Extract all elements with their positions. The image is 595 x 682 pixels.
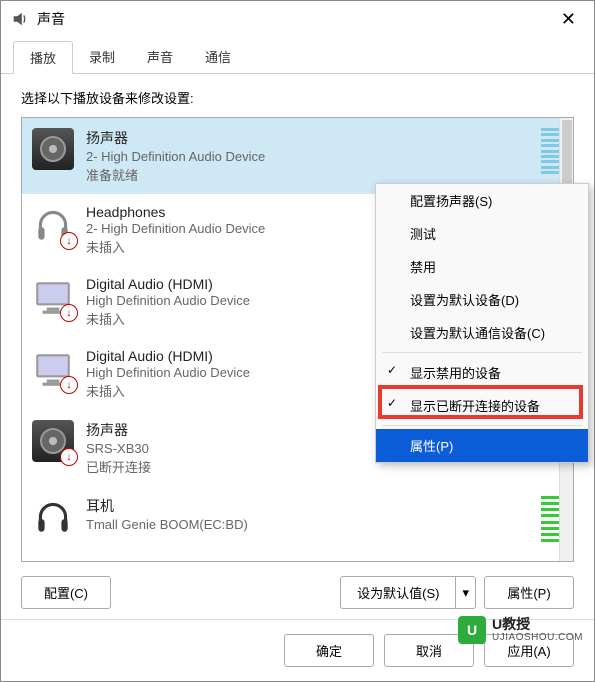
tab-sounds[interactable]: 声音 bbox=[131, 41, 189, 73]
watermark-url: UJIAOSHOU.COM bbox=[492, 632, 583, 643]
properties-button[interactable]: 属性(P) bbox=[484, 576, 574, 609]
sound-icon bbox=[11, 10, 29, 28]
device-item[interactable]: 耳机 Tmall Genie BOOM(EC:BD) bbox=[22, 486, 573, 544]
chevron-down-icon[interactable]: ▾ bbox=[455, 576, 476, 609]
menu-test[interactable]: 测试 bbox=[376, 217, 588, 250]
headphone-icon bbox=[32, 496, 74, 538]
window-title: 声音 bbox=[37, 9, 553, 29]
unplugged-badge bbox=[60, 304, 78, 322]
disconnected-badge bbox=[60, 448, 78, 466]
tab-play[interactable]: 播放 bbox=[13, 41, 73, 74]
device-name: 耳机 bbox=[86, 496, 535, 516]
monitor-icon bbox=[32, 276, 74, 318]
device-status: 准备就绪 bbox=[86, 165, 535, 184]
watermark-name: U教授 bbox=[492, 617, 583, 632]
menu-show-disconnected[interactable]: 显示已断开连接的设备 bbox=[376, 389, 588, 422]
device-sub: 2- High Definition Audio Device bbox=[86, 149, 535, 164]
tab-record[interactable]: 录制 bbox=[73, 41, 131, 73]
monitor-icon bbox=[32, 348, 74, 390]
tabs: 播放 录制 声音 通信 bbox=[1, 41, 594, 74]
menu-set-comm[interactable]: 设置为默认通信设备(C) bbox=[376, 316, 588, 349]
tab-comm[interactable]: 通信 bbox=[189, 41, 247, 73]
unplugged-badge bbox=[60, 376, 78, 394]
menu-set-default[interactable]: 设置为默认设备(D) bbox=[376, 283, 588, 316]
menu-properties[interactable]: 属性(P) bbox=[376, 429, 588, 462]
speaker-icon bbox=[32, 128, 74, 170]
menu-separator bbox=[382, 425, 582, 426]
ok-button[interactable]: 确定 bbox=[284, 634, 374, 667]
instruction-text: 选择以下播放设备来修改设置: bbox=[21, 88, 574, 107]
headphone-icon bbox=[32, 204, 74, 246]
watermark: U U教授 UJIAOSHOU.COM bbox=[458, 616, 583, 644]
menu-show-disabled[interactable]: 显示禁用的设备 bbox=[376, 356, 588, 389]
close-button[interactable]: ✕ bbox=[553, 9, 584, 30]
device-sub: Tmall Genie BOOM(EC:BD) bbox=[86, 517, 535, 532]
set-default-label: 设为默认值(S) bbox=[340, 576, 455, 609]
menu-configure-speaker[interactable]: 配置扬声器(S) bbox=[376, 184, 588, 217]
device-name: 扬声器 bbox=[86, 128, 535, 148]
unplugged-badge bbox=[60, 232, 78, 250]
watermark-logo: U bbox=[458, 616, 486, 644]
configure-button[interactable]: 配置(C) bbox=[21, 576, 111, 609]
context-menu: 配置扬声器(S) 测试 禁用 设置为默认设备(D) 设置为默认通信设备(C) 显… bbox=[375, 183, 589, 463]
speaker-icon bbox=[32, 420, 74, 462]
menu-separator bbox=[382, 352, 582, 353]
menu-disable[interactable]: 禁用 bbox=[376, 250, 588, 283]
set-default-split-button[interactable]: 设为默认值(S) ▾ bbox=[340, 576, 476, 609]
